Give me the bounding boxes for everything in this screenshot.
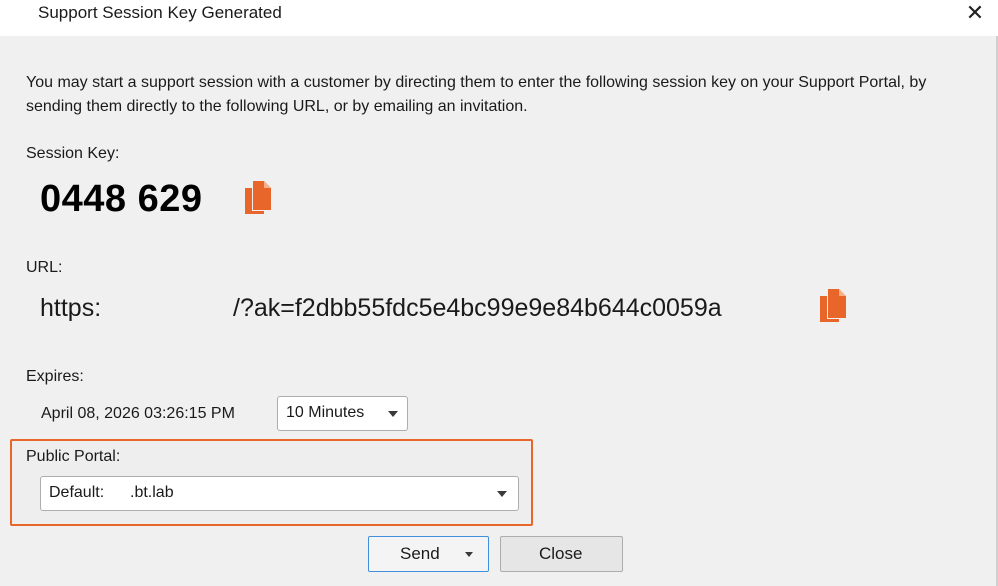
session-key-label: Session Key: bbox=[26, 145, 120, 162]
expires-datetime: April 08, 2026 03:26:15 PM bbox=[41, 405, 235, 422]
close-icon[interactable]: ✕ bbox=[960, 0, 990, 28]
send-button[interactable]: Send bbox=[368, 536, 489, 572]
expires-duration-select[interactable]: 10 Minutes bbox=[277, 396, 408, 431]
close-button[interactable]: Close bbox=[500, 536, 623, 572]
copy-session-key-icon[interactable] bbox=[243, 180, 272, 216]
send-button-label: Send bbox=[400, 544, 440, 563]
url-scheme: https: bbox=[40, 294, 102, 322]
dialog-body: You may start a support session with a c… bbox=[0, 36, 998, 586]
expires-label: Expires: bbox=[26, 368, 84, 385]
intro-description: You may start a support session with a c… bbox=[26, 74, 927, 115]
send-options-chevron-icon[interactable] bbox=[465, 552, 473, 557]
session-key-value: 0448 629 bbox=[40, 178, 203, 220]
close-button-label: Close bbox=[539, 544, 583, 563]
public-portal-select[interactable]: Default: .bt.lab bbox=[40, 476, 519, 511]
dialog-titlebar: Support Session Key Generated ✕ bbox=[0, 0, 998, 36]
url-label: URL: bbox=[26, 259, 63, 276]
portal-selected-prefix: Default: bbox=[49, 484, 105, 501]
public-portal-label: Public Portal: bbox=[26, 448, 121, 465]
dialog-title: Support Session Key Generated bbox=[38, 3, 282, 22]
duration-selected-value: 10 Minutes bbox=[286, 404, 365, 421]
chevron-down-icon bbox=[497, 491, 507, 497]
copy-url-icon[interactable] bbox=[818, 288, 847, 324]
chevron-down-icon bbox=[388, 411, 398, 417]
portal-selected-suffix: .bt.lab bbox=[130, 484, 174, 501]
url-path: /?ak=f2dbb55fdc5e4bc99e9e84b644c0059a bbox=[233, 294, 722, 322]
